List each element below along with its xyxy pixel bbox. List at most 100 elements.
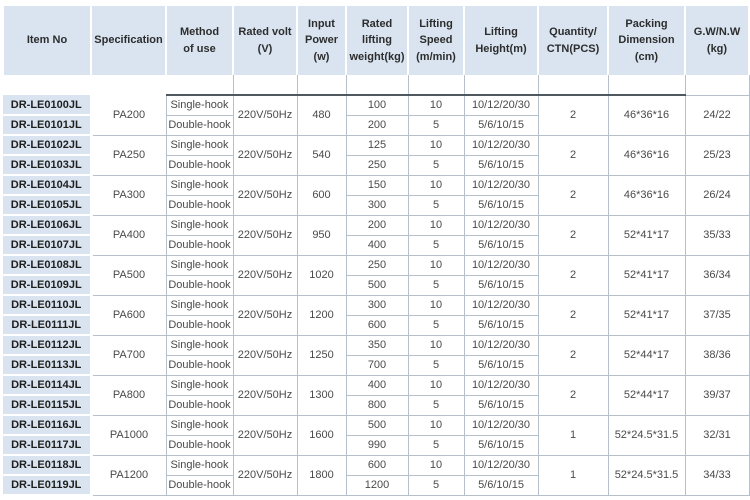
input-power-cell: 950: [296, 214, 347, 256]
lifting-height-cell: 5/6/10/15: [463, 154, 539, 176]
header-spacer-cell: [407, 75, 465, 96]
item-no-cell: DR-LE0102JL: [3, 134, 93, 156]
gw-nw-cell: 37/35: [684, 294, 750, 336]
method-of-use-cell: Double-hook: [165, 274, 234, 296]
lifting-height-cell: 5/6/10/15: [463, 314, 539, 336]
gw-nw-cell: 38/36: [684, 334, 750, 376]
specification-cell: PA1200: [91, 454, 167, 496]
header-spacer-cell: [607, 75, 686, 96]
input-power-cell: 1800: [296, 454, 347, 496]
input-power-cell: 1200: [296, 294, 347, 336]
table-row: DR-LE0112JL PA700 Single-hook 220V/50Hz 1250…: [3, 334, 750, 376]
lifting-speed-cell: 10: [407, 254, 465, 276]
specification-cell: PA200: [91, 94, 167, 136]
col-header-item-no: Item No: [2, 4, 92, 76]
header-spacer-row: [3, 75, 750, 96]
lifting-weight-cell: 500: [345, 274, 409, 296]
quantity-ctn-cell: 2: [537, 174, 609, 216]
item-no-cell: DR-LE0106JL: [3, 214, 93, 236]
method-of-use-cell: Single-hook: [165, 294, 234, 316]
col-header-gw-nw: G.W/N.W (kg): [684, 4, 750, 76]
method-of-use-cell: Single-hook: [165, 134, 234, 156]
header-spacer-cell: [3, 75, 91, 95]
method-of-use-cell: Single-hook: [165, 254, 234, 276]
rated-volt-cell: 220V/50Hz: [232, 454, 298, 496]
table-row: DR-LE0116JL PA1000 Single-hook 220V/50Hz 160…: [3, 414, 750, 456]
item-no-cell: DR-LE0100JL: [3, 94, 93, 116]
method-of-use-cell: Single-hook: [165, 94, 234, 116]
lifting-height-cell: 5/6/10/15: [463, 354, 539, 376]
item-no-cell: DR-LE0116JL: [3, 414, 93, 436]
packing-dimension-cell: 46*36*16: [607, 174, 686, 216]
method-of-use-cell: Double-hook: [165, 434, 234, 456]
method-of-use-cell: Single-hook: [165, 174, 234, 196]
lifting-speed-cell: 5: [407, 434, 465, 456]
lifting-height-cell: 5/6/10/15: [463, 394, 539, 416]
lifting-height-cell: 10/12/20/30: [463, 134, 539, 156]
packing-dimension-cell: 52*44*17: [607, 334, 686, 376]
lifting-speed-cell: 5: [407, 394, 465, 416]
lifting-height-cell: 10/12/20/30: [463, 174, 539, 196]
item-no-cell: DR-LE0118JL: [3, 454, 93, 476]
method-of-use-cell: Double-hook: [165, 314, 234, 336]
header-spacer-cell: [91, 75, 166, 95]
lifting-height-cell: 10/12/20/30: [463, 334, 539, 356]
table-body: DR-LE0100JL PA200 Single-hook 220V/50Hz 480 1…: [3, 94, 750, 496]
lifting-height-cell: 10/12/20/30: [463, 214, 539, 236]
method-of-use-cell: Double-hook: [165, 114, 234, 136]
input-power-cell: 540: [296, 134, 347, 176]
header-spacer-cell: [463, 75, 539, 96]
lifting-speed-cell: 10: [407, 294, 465, 316]
quantity-ctn-cell: 2: [537, 374, 609, 416]
gw-nw-cell: 39/37: [684, 374, 750, 416]
item-no-cell: DR-LE0107JL: [3, 234, 93, 256]
packing-dimension-cell: 52*44*17: [607, 374, 686, 416]
quantity-ctn-cell: 2: [537, 334, 609, 376]
specification-cell: PA700: [91, 334, 167, 376]
table-row: DR-LE0102JL PA250 Single-hook 220V/50Hz 540 1…: [3, 134, 750, 176]
item-no-cell: DR-LE0111JL: [3, 314, 93, 336]
method-of-use-cell: Double-hook: [165, 194, 234, 216]
rated-volt-cell: 220V/50Hz: [232, 174, 298, 216]
input-power-cell: 1020: [296, 254, 347, 296]
gw-nw-cell: 34/33: [684, 454, 750, 496]
item-no-cell: DR-LE0105JL: [3, 194, 93, 216]
specification-cell: PA1000: [91, 414, 167, 456]
gw-nw-cell: 25/23: [684, 134, 750, 176]
gw-nw-cell: 24/22: [684, 94, 750, 136]
lifting-weight-cell: 600: [345, 454, 409, 476]
item-no-cell: DR-LE0103JL: [3, 154, 93, 176]
quantity-ctn-cell: 2: [537, 94, 609, 136]
lifting-weight-cell: 1200: [345, 474, 409, 496]
col-header-method-of-use: Method of use: [165, 4, 234, 76]
lifting-speed-cell: 5: [407, 114, 465, 136]
quantity-ctn-cell: 1: [537, 414, 609, 456]
lifting-speed-cell: 10: [407, 214, 465, 236]
lifting-height-cell: 10/12/20/30: [463, 414, 539, 436]
item-no-cell: DR-LE0112JL: [3, 334, 93, 356]
lifting-weight-cell: 300: [345, 194, 409, 216]
lifting-height-cell: 5/6/10/15: [463, 474, 539, 496]
lifting-weight-cell: 250: [345, 254, 409, 276]
table-row: DR-LE0104JL PA300 Single-hook 220V/50Hz 600 1…: [3, 174, 750, 216]
item-no-cell: DR-LE0113JL: [3, 354, 93, 376]
rated-volt-cell: 220V/50Hz: [232, 374, 298, 416]
input-power-cell: 480: [296, 94, 347, 136]
specification-cell: PA400: [91, 214, 167, 256]
lifting-weight-cell: 300: [345, 294, 409, 316]
lifting-weight-cell: 100: [345, 94, 409, 116]
packing-dimension-cell: 52*41*17: [607, 294, 686, 336]
specification-cell: PA300: [91, 174, 167, 216]
rated-volt-cell: 220V/50Hz: [232, 94, 298, 136]
lifting-weight-cell: 800: [345, 394, 409, 416]
header-spacer-cell: [165, 75, 234, 96]
item-no-cell: DR-LE0104JL: [3, 174, 93, 196]
lifting-speed-cell: 5: [407, 354, 465, 376]
lifting-weight-cell: 150: [345, 174, 409, 196]
packing-dimension-cell: 46*36*16: [607, 94, 686, 136]
lifting-speed-cell: 5: [407, 474, 465, 496]
lifting-weight-cell: 600: [345, 314, 409, 336]
gw-nw-cell: 36/34: [684, 254, 750, 296]
quantity-ctn-cell: 2: [537, 134, 609, 176]
rated-volt-cell: 220V/50Hz: [232, 134, 298, 176]
